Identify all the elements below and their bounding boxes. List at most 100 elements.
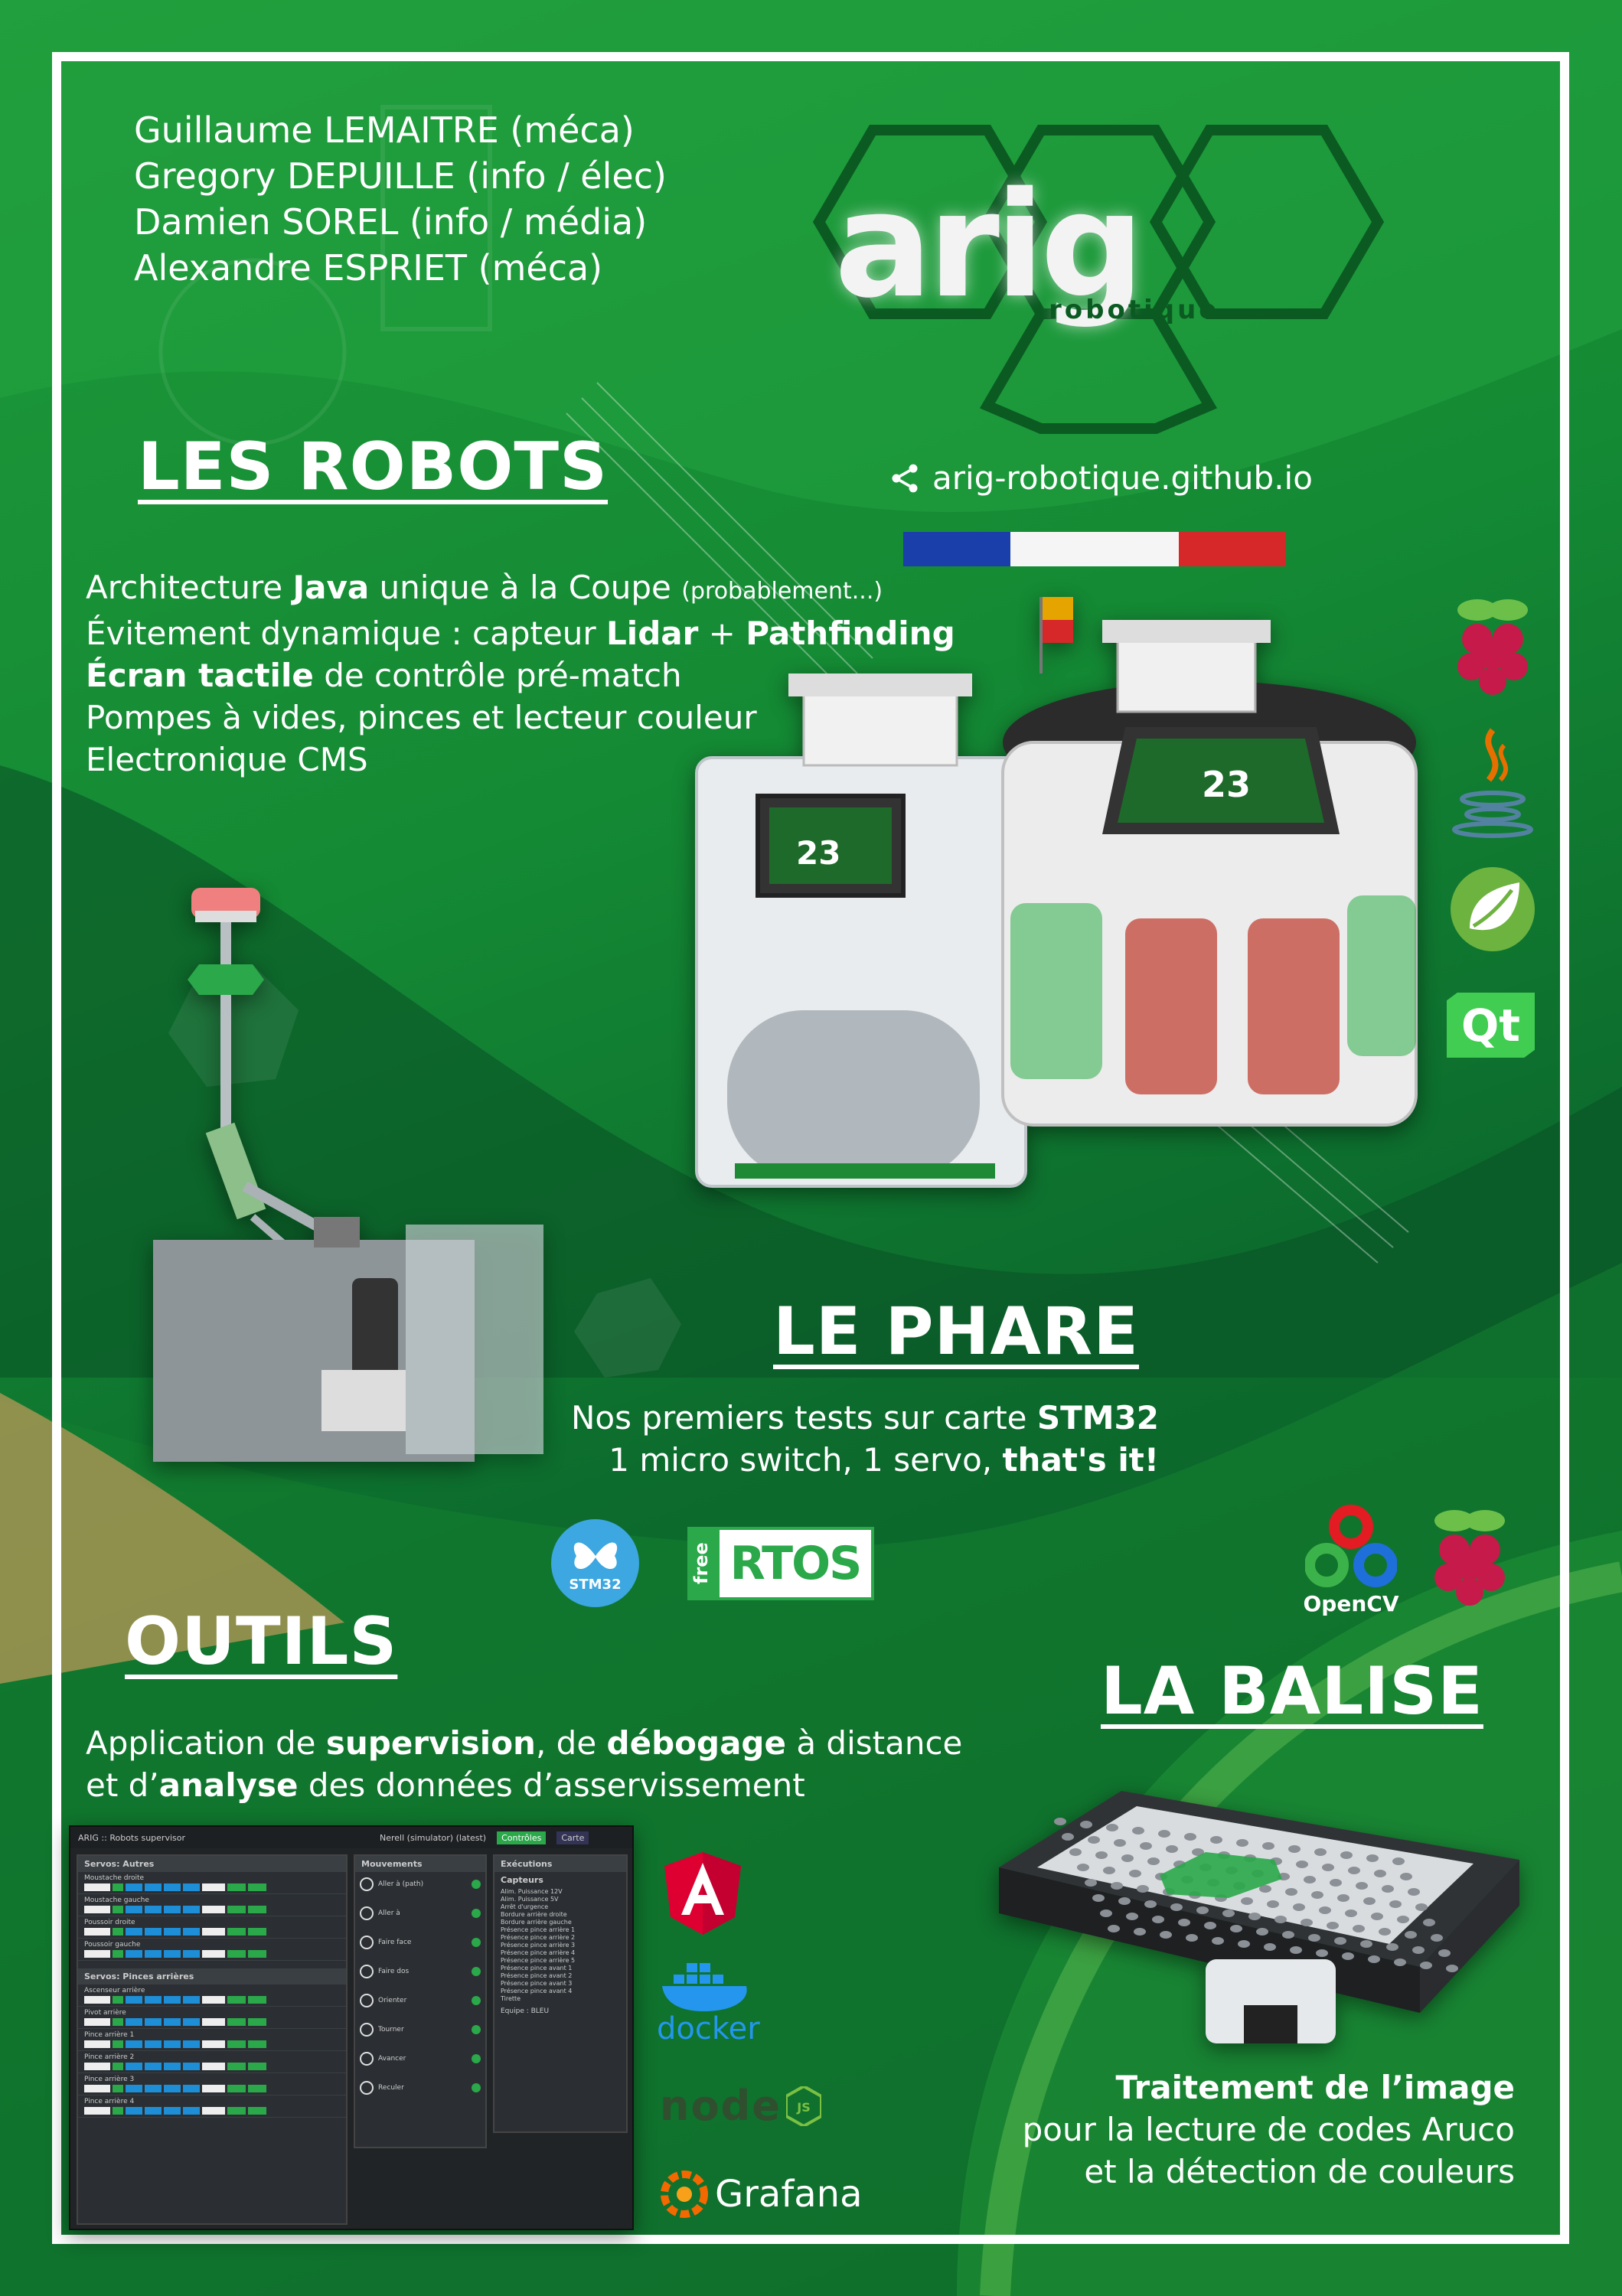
movement-row[interactable]: Reculer (355, 2076, 485, 2100)
servo-control-button[interactable] (183, 1928, 200, 1936)
servo-control-button[interactable] (202, 2085, 225, 2092)
movement-go-button[interactable] (472, 1909, 481, 1918)
movement-go-button[interactable] (472, 1967, 481, 1976)
servo-control-button[interactable] (113, 1950, 123, 1958)
servo-control-button[interactable] (145, 1996, 162, 2004)
servo-control-button[interactable] (164, 2107, 181, 2115)
movement-row[interactable]: Avancer (355, 2047, 485, 2071)
servo-control-button[interactable] (183, 1883, 200, 1891)
servo-control-button[interactable] (183, 1950, 200, 1958)
movement-go-button[interactable] (472, 2054, 481, 2063)
movement-go-button[interactable] (472, 1880, 481, 1889)
servo-control-button[interactable] (202, 2107, 225, 2115)
servo-control-button[interactable] (202, 2018, 225, 2026)
servo-control-button[interactable] (84, 1883, 110, 1891)
tab-controles[interactable]: Contrôles (497, 1831, 547, 1844)
servo-control-button[interactable] (164, 2085, 181, 2092)
servo-control-button[interactable] (202, 1883, 225, 1891)
servo-control-button[interactable] (164, 2018, 181, 2026)
movement-row[interactable]: Aller à (355, 1901, 485, 1926)
servo-control-button[interactable] (248, 1928, 266, 1936)
servo-control-button[interactable] (248, 1906, 266, 1913)
servo-control-button[interactable] (126, 1950, 142, 1958)
servo-control-button[interactable] (164, 1906, 181, 1913)
servo-control-button[interactable] (145, 1906, 162, 1913)
servo-control-button[interactable] (126, 1883, 142, 1891)
servo-control-button[interactable] (113, 2085, 123, 2092)
tab-carte[interactable]: Carte (556, 1831, 589, 1844)
servo-control-button[interactable] (248, 2018, 266, 2026)
servo-control-button[interactable] (84, 2085, 110, 2092)
movement-row[interactable]: Aller à (path) (355, 1872, 485, 1896)
servo-control-button[interactable] (164, 2040, 181, 2048)
movement-go-button[interactable] (472, 1996, 481, 2005)
servo-control-button[interactable] (248, 2085, 266, 2092)
servo-control-button[interactable] (248, 1996, 266, 2004)
servo-control-button[interactable] (84, 1950, 110, 1958)
servo-control-button[interactable] (248, 2107, 266, 2115)
servo-control-button[interactable] (126, 2085, 142, 2092)
servo-control-button[interactable] (248, 2063, 266, 2070)
servo-control-button[interactable] (227, 2107, 246, 2115)
servo-control-button[interactable] (113, 1883, 123, 1891)
servo-control-button[interactable] (84, 1906, 110, 1913)
servo-control-button[interactable] (113, 2107, 123, 2115)
servo-controls[interactable] (84, 2085, 340, 2092)
servo-control-button[interactable] (113, 2063, 123, 2070)
servo-control-button[interactable] (113, 2018, 123, 2026)
servo-control-button[interactable] (164, 1950, 181, 1958)
servo-control-button[interactable] (183, 2040, 200, 2048)
servo-control-button[interactable] (84, 2040, 110, 2048)
servo-control-button[interactable] (183, 2085, 200, 2092)
servo-control-button[interactable] (227, 2063, 246, 2070)
movement-go-button[interactable] (472, 2025, 481, 2034)
servo-control-button[interactable] (227, 1996, 246, 2004)
servo-control-button[interactable] (145, 2018, 162, 2026)
movement-row[interactable]: Faire face (355, 1930, 485, 1955)
movement-row[interactable]: Faire dos (355, 1959, 485, 1984)
servo-control-button[interactable] (227, 1883, 246, 1891)
servo-control-button[interactable] (113, 2040, 123, 2048)
servo-control-button[interactable] (84, 1996, 110, 2004)
servo-control-button[interactable] (84, 2018, 110, 2026)
servo-controls[interactable] (84, 2063, 340, 2070)
servo-control-button[interactable] (126, 1906, 142, 1913)
servo-control-button[interactable] (145, 2085, 162, 2092)
servo-control-button[interactable] (84, 1928, 110, 1936)
servo-control-button[interactable] (202, 2063, 225, 2070)
servo-control-button[interactable] (164, 1996, 181, 2004)
servo-control-button[interactable] (183, 2107, 200, 2115)
movement-row[interactable]: Orienter (355, 1988, 485, 2013)
servo-control-button[interactable] (145, 1950, 162, 1958)
servo-control-button[interactable] (248, 2040, 266, 2048)
servo-controls[interactable] (84, 1883, 340, 1891)
servo-control-button[interactable] (202, 1950, 225, 1958)
servo-control-button[interactable] (164, 1928, 181, 1936)
servo-control-button[interactable] (164, 2063, 181, 2070)
servo-control-button[interactable] (227, 2040, 246, 2048)
servo-control-button[interactable] (227, 1950, 246, 1958)
servo-control-button[interactable] (126, 1996, 142, 2004)
servo-control-button[interactable] (248, 1950, 266, 1958)
servo-controls[interactable] (84, 1996, 340, 2004)
servo-control-button[interactable] (145, 1928, 162, 1936)
servo-control-button[interactable] (202, 1906, 225, 1913)
movement-row[interactable]: Tourner (355, 2017, 485, 2042)
servo-control-button[interactable] (183, 1996, 200, 2004)
servo-control-button[interactable] (227, 2018, 246, 2026)
servo-controls[interactable] (84, 1928, 340, 1936)
servo-control-button[interactable] (113, 1906, 123, 1913)
servo-control-button[interactable] (227, 2085, 246, 2092)
servo-control-button[interactable] (248, 1883, 266, 1891)
servo-control-button[interactable] (126, 1928, 142, 1936)
servo-control-button[interactable] (126, 2063, 142, 2070)
servo-control-button[interactable] (183, 2063, 200, 2070)
servo-control-button[interactable] (126, 2107, 142, 2115)
movement-go-button[interactable] (472, 2083, 481, 2092)
servo-control-button[interactable] (84, 2107, 110, 2115)
servo-control-button[interactable] (183, 1906, 200, 1913)
servo-control-button[interactable] (126, 2018, 142, 2026)
servo-controls[interactable] (84, 2107, 340, 2115)
servo-control-button[interactable] (145, 2107, 162, 2115)
servo-control-button[interactable] (113, 1928, 123, 1936)
